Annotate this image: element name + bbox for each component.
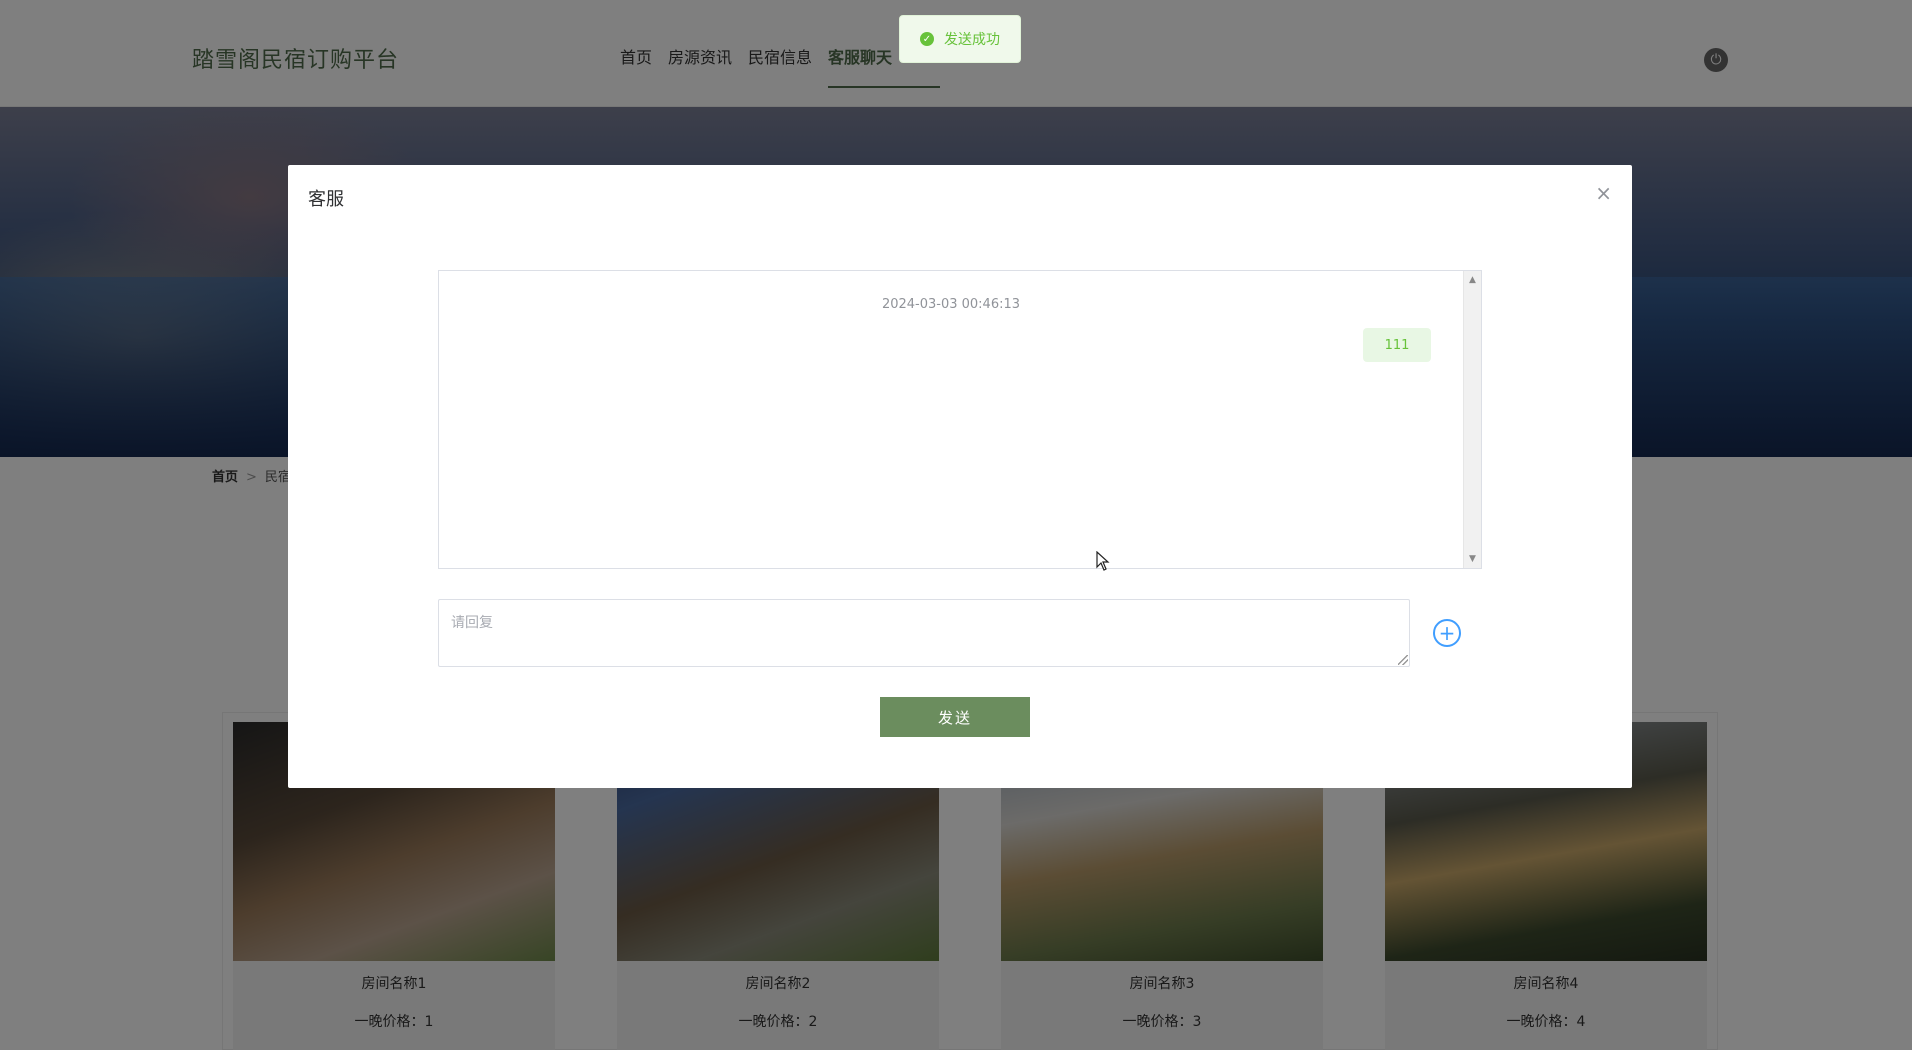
toast-message: 发送成功 [944,32,1000,48]
customer-service-dialog: 客服 × 2024-03-03 00:46:13 111 ▲ ▼ + 发送 [288,165,1632,788]
scroll-down-arrow-icon[interactable]: ▼ [1464,554,1481,564]
add-attachment-icon[interactable]: + [1433,619,1461,647]
reply-input[interactable] [438,599,1410,667]
send-button[interactable]: 发送 [880,697,1030,737]
close-icon[interactable]: × [1595,183,1612,203]
message-timestamp: 2024-03-03 00:46:13 [881,297,1021,312]
scroll-up-arrow-icon[interactable]: ▲ [1464,275,1481,285]
resize-handle-icon[interactable] [1398,655,1408,665]
chat-scrollbar[interactable]: ▲ ▼ [1463,271,1481,568]
success-toast: ✓ 发送成功 [899,15,1021,63]
check-circle-icon: ✓ [920,32,934,46]
chat-history[interactable]: 2024-03-03 00:46:13 111 ▲ ▼ [438,270,1482,569]
dialog-title: 客服 [308,189,344,210]
sent-message-bubble: 111 [1363,328,1431,362]
